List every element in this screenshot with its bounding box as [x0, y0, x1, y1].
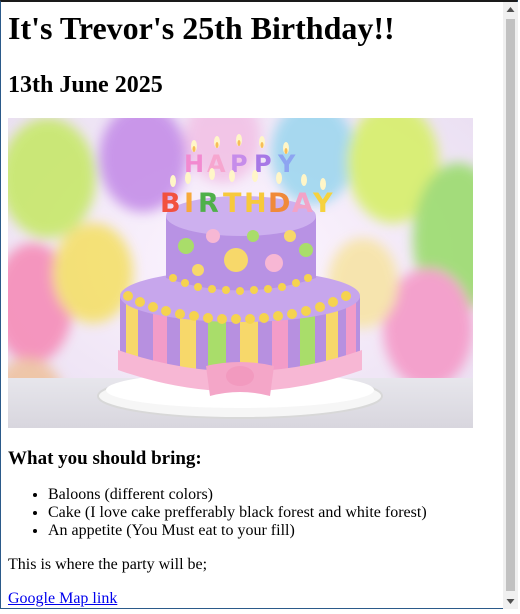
list-item: Cake (I love cake prefferably black fore… — [48, 504, 500, 522]
svg-text:H: H — [244, 188, 267, 219]
svg-text:A: A — [292, 188, 313, 219]
svg-text:T: T — [223, 188, 242, 219]
svg-text:D: D — [268, 188, 290, 219]
svg-text:B: B — [160, 188, 181, 219]
bring-list: Baloons (different colors) Cake (I love … — [8, 486, 500, 540]
page-content: It's Trevor's 25th Birthday!! 13th June … — [8, 0, 500, 611]
scrollbar-thumb[interactable] — [506, 19, 515, 591]
vertical-scrollbar[interactable] — [503, 2, 518, 609]
svg-text:Y: Y — [312, 188, 333, 219]
scroll-up-arrow-icon[interactable] — [503, 2, 518, 17]
svg-text:R: R — [198, 188, 219, 219]
event-date: 13th June 2025 — [8, 72, 163, 98]
scroll-down-arrow-icon[interactable] — [503, 594, 518, 609]
list-item: Baloons (different colors) — [48, 486, 500, 504]
location-text: This is where the party will be; — [8, 556, 208, 573]
bring-heading: What you should bring: — [8, 448, 202, 469]
google-map-link[interactable]: Google Map link — [8, 590, 117, 607]
birthday-cake-image: H A P P Y B I R T H D A Y — [8, 118, 473, 428]
svg-text:I: I — [184, 188, 194, 219]
list-item: An appetite (You Must eat to your fill) — [48, 522, 500, 540]
page-title: It's Trevor's 25th Birthday!! — [8, 10, 395, 46]
